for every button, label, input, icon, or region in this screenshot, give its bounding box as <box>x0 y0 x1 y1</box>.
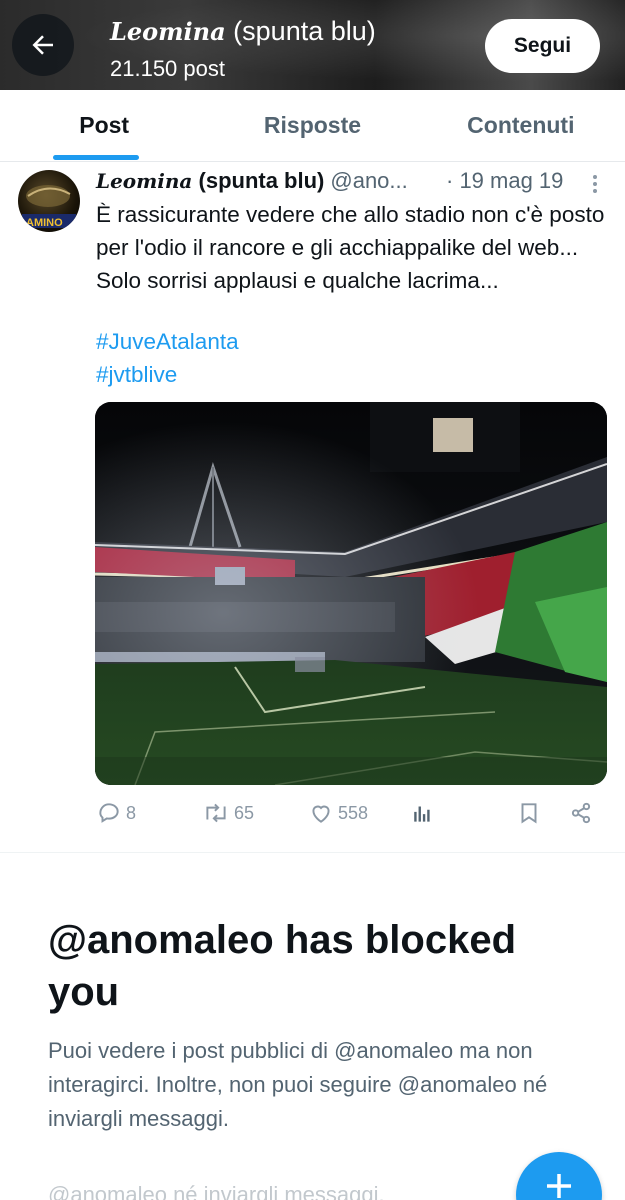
bookmark-button[interactable] <box>516 800 542 826</box>
share-button[interactable] <box>568 800 594 826</box>
section-divider <box>0 852 625 853</box>
compose-plus-icon <box>547 1174 571 1198</box>
tweet-date[interactable]: · 19 mag 19 <box>446 168 563 194</box>
reply-button[interactable]: 8 <box>96 800 136 826</box>
more-vertical-icon[interactable] <box>585 172 605 196</box>
header-title-rest: (spunta blu) <box>225 16 376 46</box>
tab-contenuti[interactable]: Contenuti <box>417 90 625 161</box>
tweet-author-rest: (spunta blu) <box>192 168 325 193</box>
tweet-action-bar: 8 65 558 <box>96 800 606 834</box>
back-arrow-icon <box>32 35 53 55</box>
tweet-media-image[interactable] <box>95 402 607 785</box>
share-icon <box>571 802 591 824</box>
retweet-count: 65 <box>234 802 255 823</box>
avatar-image: AMINO <box>22 185 76 229</box>
profile-tabs: Post Risposte Contenuti <box>0 90 625 162</box>
svg-text:AMINO: AMINO <box>26 217 63 229</box>
bookmark-icon <box>521 803 537 824</box>
header-title-script: Leomina <box>110 17 226 46</box>
retweet-button[interactable]: 65 <box>202 800 254 826</box>
like-icon <box>312 805 330 823</box>
reply-icon <box>99 803 119 823</box>
hashtag-link[interactable]: #jvtblive <box>96 362 177 388</box>
follow-button[interactable]: Segui <box>485 19 600 73</box>
like-button[interactable]: 558 <box>308 800 368 826</box>
avatar[interactable]: AMINO <box>18 170 80 232</box>
tweet-text: È rassicurante vedere che allo stadio no… <box>96 202 605 293</box>
views-button[interactable] <box>410 800 436 826</box>
post-count: 21.150 post <box>110 56 225 81</box>
retweet-icon <box>206 803 226 823</box>
active-tab-indicator <box>53 155 139 160</box>
hashtag-link[interactable]: #JuveAtalanta <box>96 329 239 355</box>
tab-post[interactable]: Post <box>0 90 208 161</box>
reply-count: 8 <box>126 802 137 823</box>
tweet-author-line: Leomina (spunta blu) @ano... <box>96 168 408 194</box>
profile-header: Leomina (spunta blu) 21.150 post Segui <box>0 0 625 90</box>
tab-risposte[interactable]: Risposte <box>208 90 416 161</box>
back-button[interactable] <box>12 14 74 76</box>
header-title: Leomina (spunta blu) <box>110 16 376 47</box>
faded-duplicate-text: @anomaleo né inviargli messaggi. <box>48 1182 385 1200</box>
blocked-description: Puoi vedere i post pubblici di @anomaleo… <box>48 1038 548 1131</box>
tweet-author-script: Leomina <box>96 169 193 193</box>
blocked-title: @anomaleo has blocked you <box>48 918 517 1014</box>
views-icon <box>414 806 430 822</box>
compose-button[interactable] <box>516 1152 602 1200</box>
tweet-author-name[interactable]: Leomina (spunta blu) <box>96 168 324 194</box>
tweet-handle[interactable]: @ano... <box>330 168 407 194</box>
like-count: 558 <box>338 802 369 823</box>
